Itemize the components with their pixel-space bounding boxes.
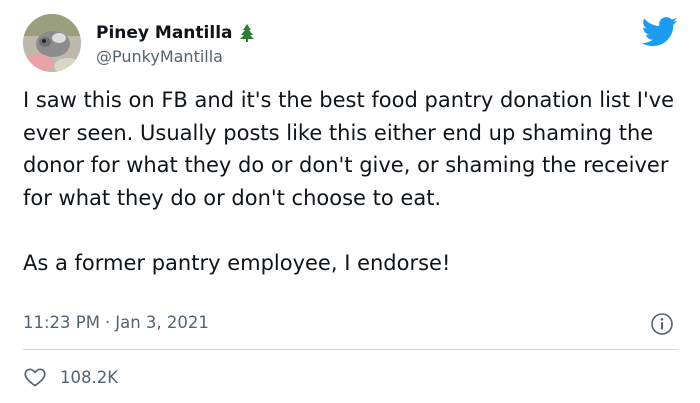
avatar-image: [23, 14, 81, 72]
info-icon[interactable]: [650, 312, 674, 336]
like-button[interactable]: 108.2K: [23, 364, 118, 390]
author-name-row: Piney Mantilla: [96, 21, 254, 45]
divider: [23, 349, 678, 350]
author-handle[interactable]: @PunkyMantilla: [96, 47, 223, 66]
author-display-name[interactable]: Piney Mantilla: [96, 23, 233, 43]
tweet-time: 11:23 PM: [23, 313, 100, 332]
twitter-bird-icon[interactable]: [641, 17, 678, 47]
tweet-timestamp[interactable]: 11:23 PM · Jan 3, 2021: [23, 313, 209, 332]
tweet-date: Jan 3, 2021: [115, 313, 209, 332]
tweet-text: I saw this on FB and it's the best food …: [23, 88, 675, 275]
avatar[interactable]: [23, 14, 81, 72]
like-count: 108.2K: [60, 367, 119, 387]
evergreen-tree-icon: [239, 24, 254, 42]
tweet-card: Piney Mantilla @PunkyMantilla I saw this…: [0, 0, 700, 403]
meta-separator: ·: [104, 313, 111, 332]
heart-icon: [23, 365, 47, 389]
